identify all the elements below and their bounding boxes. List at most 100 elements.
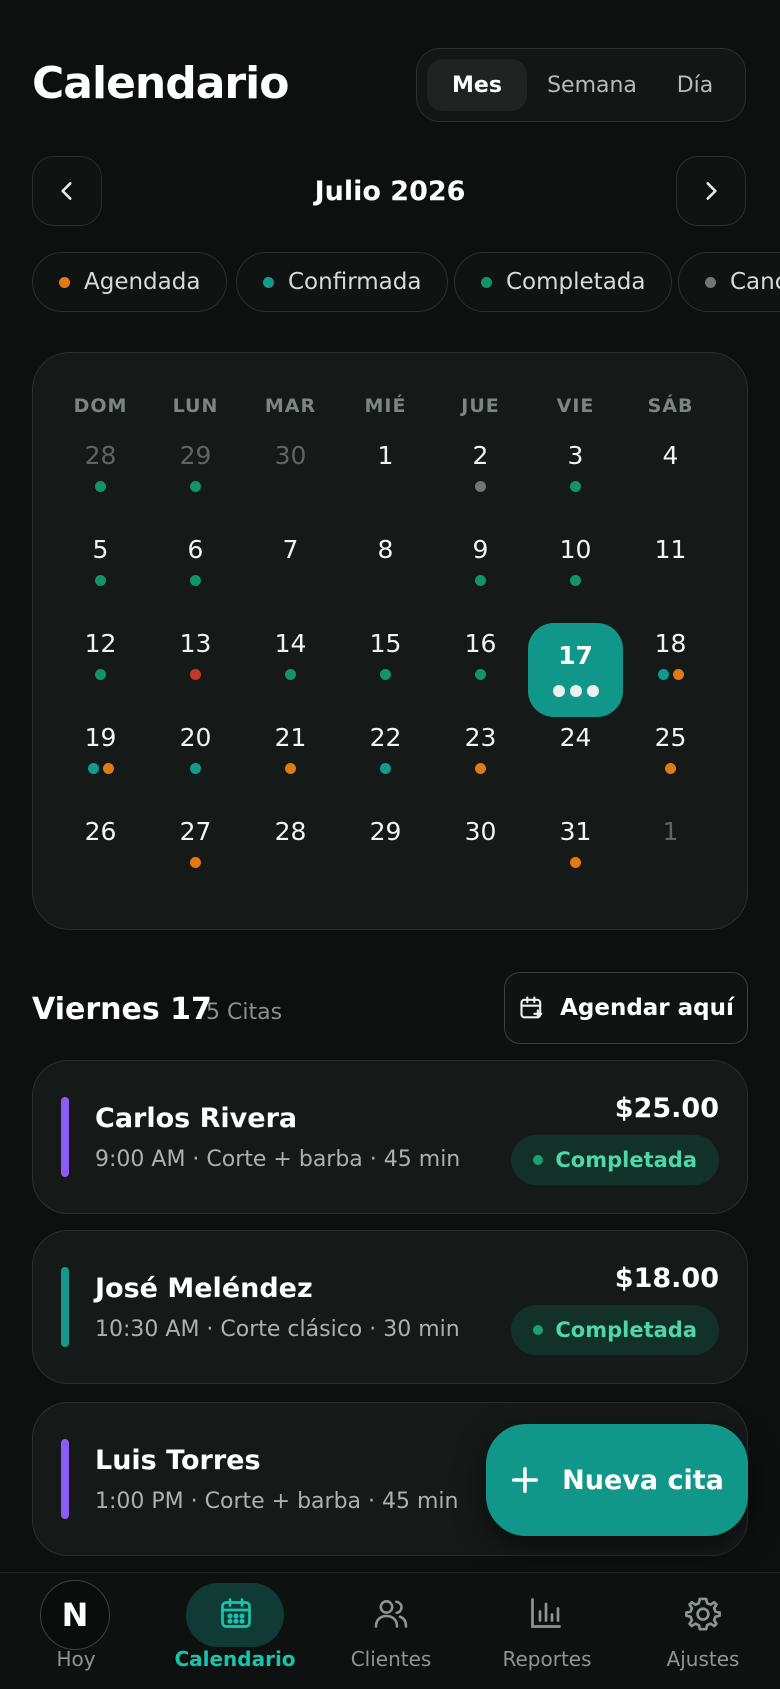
nav-item-reportes[interactable]: Reportes xyxy=(472,1573,622,1689)
appointment-dots xyxy=(53,481,148,492)
selected-day-highlight xyxy=(528,623,623,717)
legend-chip-completada[interactable]: Completada xyxy=(454,252,673,312)
calendar-day[interactable]: 25 xyxy=(623,707,718,795)
calendar-day[interactable]: 9 xyxy=(433,519,528,607)
appointment-dot xyxy=(87,763,99,774)
calendar-day[interactable]: 27 xyxy=(148,801,243,889)
appointment-dot xyxy=(475,575,486,586)
nav-label: Reportes xyxy=(502,1647,592,1671)
weekday-header: VIE xyxy=(556,395,595,417)
service-color-bar xyxy=(61,1267,69,1347)
calendar-day[interactable]: 11 xyxy=(623,519,718,607)
next-month-button[interactable] xyxy=(676,156,746,226)
calendar-day[interactable]: 18 xyxy=(623,613,718,701)
calendar-day[interactable]: 26 xyxy=(53,801,148,889)
calendar-day[interactable]: 16 xyxy=(433,613,528,701)
day-number: 19 xyxy=(84,723,117,752)
appointment-dot xyxy=(475,669,486,680)
calendar-day[interactable]: 31 xyxy=(528,801,623,889)
appointment-dot xyxy=(95,481,106,492)
appointment-dot xyxy=(190,857,201,868)
day-number: 28 xyxy=(274,817,307,846)
legend-chip-agendada[interactable]: Agendada xyxy=(32,252,228,312)
status-badge: Completada xyxy=(511,1305,719,1355)
day-number: 30 xyxy=(464,817,497,846)
nav-label: Ajustes xyxy=(666,1647,740,1671)
schedule-here-button[interactable]: Agendar aquí xyxy=(504,972,748,1044)
appointment-card[interactable]: Carlos Rivera 9:00 AM · Corte + barba · … xyxy=(32,1060,748,1214)
new-appointment-button[interactable]: Nueva cita xyxy=(486,1424,748,1536)
client-name: Carlos Rivera xyxy=(95,1103,298,1134)
appointment-dots xyxy=(528,481,623,492)
calendar-day[interactable]: 21 xyxy=(243,707,338,795)
appointment-dots xyxy=(243,669,338,680)
day-number: 13 xyxy=(179,629,212,658)
appointment-dot xyxy=(665,763,676,774)
calendar-day[interactable]: 29 xyxy=(338,801,433,889)
calendar-day[interactable]: 8 xyxy=(338,519,433,607)
calendar-day[interactable]: 12 xyxy=(53,613,148,701)
calendar-day[interactable]: 23 xyxy=(433,707,528,795)
day-number: 21 xyxy=(274,723,307,752)
appointment-dots xyxy=(148,575,243,586)
day-number: 18 xyxy=(654,629,687,658)
appointment-dots xyxy=(338,763,433,774)
appointment-dot xyxy=(569,685,582,697)
appointment-dot xyxy=(285,763,296,774)
day-number: 24 xyxy=(559,723,592,752)
view-day-button[interactable]: Día xyxy=(655,59,735,111)
appointment-price: $25.00 xyxy=(614,1093,719,1124)
calendar-day[interactable]: 2 xyxy=(433,425,528,513)
appointment-dot xyxy=(190,669,201,680)
view-month-button[interactable]: Mes xyxy=(427,59,527,111)
nav-item-hoy[interactable]: N Hoy xyxy=(0,1573,152,1689)
calendar-day[interactable]: 30 xyxy=(433,801,528,889)
nav-item-calendario[interactable]: Calendario xyxy=(160,1573,310,1689)
calendar-day[interactable]: 19 xyxy=(53,707,148,795)
calendar-day[interactable]: 14 xyxy=(243,613,338,701)
legend-chip-cancelada[interactable]: Canc xyxy=(678,252,780,312)
calendar-day[interactable]: 15 xyxy=(338,613,433,701)
calendar-day[interactable]: 28 xyxy=(243,801,338,889)
appointment-dots xyxy=(243,763,338,774)
new-appointment-label: Nueva cita xyxy=(562,1464,724,1496)
weekday-header: DOM xyxy=(73,395,128,417)
calendar-day[interactable]: 13 xyxy=(148,613,243,701)
calendar-day-selected[interactable]: 17 xyxy=(528,623,623,717)
day-number: 6 xyxy=(187,535,204,564)
legend-label: Confirmada xyxy=(288,269,422,295)
calendar-day[interactable]: 1 xyxy=(338,425,433,513)
month-calendar: DOM LUN MAR MIÉ JUE VIE SÁB 28 29 30 1 2 3 4 5 6 7 8 9 10 11… xyxy=(32,352,748,930)
day-number: 1 xyxy=(377,441,394,470)
appointment-dot xyxy=(95,575,106,586)
nav-item-ajustes[interactable]: Ajustes xyxy=(628,1573,778,1689)
appointment-dot xyxy=(657,669,669,680)
calendar-day[interactable]: 29 xyxy=(148,425,243,513)
view-week-button[interactable]: Semana xyxy=(533,59,651,111)
weekday-header: MIÉ xyxy=(364,395,407,417)
appointment-dot xyxy=(570,575,581,586)
calendar-day[interactable]: 7 xyxy=(243,519,338,607)
calendar-day[interactable]: 22 xyxy=(338,707,433,795)
calendar-day[interactable]: 20 xyxy=(148,707,243,795)
calendar-day[interactable]: 10 xyxy=(528,519,623,607)
nav-item-clientes[interactable]: Clientes xyxy=(316,1573,466,1689)
appointment-dots xyxy=(528,685,623,697)
day-number: 1 xyxy=(662,817,679,846)
appointment-dots xyxy=(148,669,243,680)
calendar-day[interactable]: 5 xyxy=(53,519,148,607)
weekday-header: MAR xyxy=(264,395,317,417)
calendar-day[interactable]: 1 xyxy=(623,801,718,889)
calendar-day[interactable]: 6 xyxy=(148,519,243,607)
calendar-day[interactable]: 24 xyxy=(528,707,623,795)
appointment-dots xyxy=(53,575,148,586)
chevron-right-icon xyxy=(706,182,717,200)
calendar-day[interactable]: 28 xyxy=(53,425,148,513)
appointment-card[interactable]: José Meléndez 10:30 AM · Corte clásico ·… xyxy=(32,1230,748,1384)
day-number: 3 xyxy=(567,441,584,470)
calendar-day[interactable]: 4 xyxy=(623,425,718,513)
legend-chip-confirmada[interactable]: Confirmada xyxy=(236,252,449,312)
appointment-dot xyxy=(475,481,486,492)
calendar-day[interactable]: 30 xyxy=(243,425,338,513)
calendar-day[interactable]: 3 xyxy=(528,425,623,513)
